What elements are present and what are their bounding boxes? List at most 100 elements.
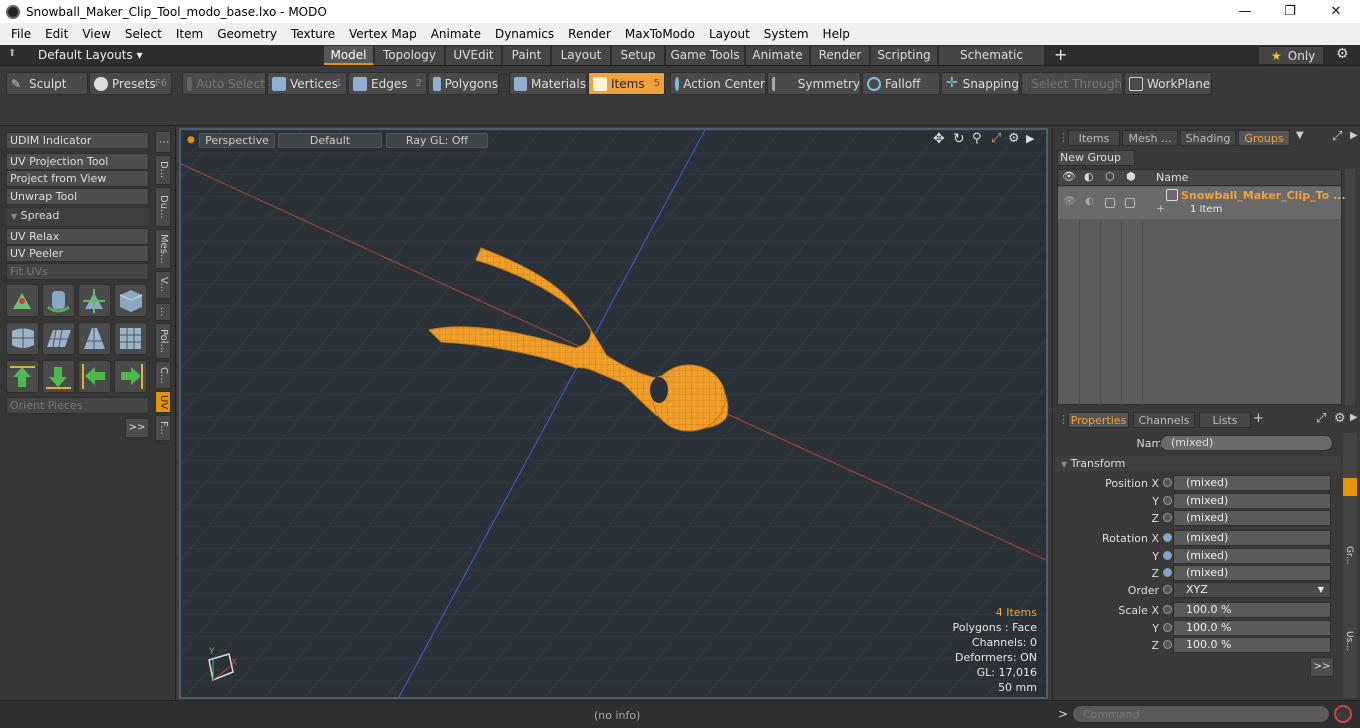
- menu-texture[interactable]: Texture: [284, 27, 342, 41]
- layout-arrow-icon[interactable]: ⬆: [8, 48, 16, 59]
- raygl-toggle[interactable]: Ray GL: Off: [386, 133, 488, 148]
- uv-cylinder-icon[interactable]: [42, 284, 75, 317]
- vtab-dots[interactable]: ...: [155, 303, 171, 321]
- sculpt-button[interactable]: ✎ Sculpt: [6, 72, 88, 95]
- panel-menu-tab[interactable]: ⋮: [155, 131, 171, 153]
- viewport-menu-dot-icon[interactable]: ●: [187, 135, 195, 145]
- tab-render[interactable]: Render: [811, 46, 870, 65]
- scale-y-field[interactable]: 100.0 %: [1173, 620, 1331, 636]
- tab-mesh[interactable]: Mesh ...: [1122, 130, 1178, 146]
- visibility-col-icon[interactable]: 👁: [1062, 170, 1076, 183]
- menu-dynamics[interactable]: Dynamics: [488, 27, 561, 41]
- scale-z-field[interactable]: 100.0 %: [1173, 637, 1331, 653]
- order-dropdown[interactable]: XYZ ▼: [1173, 582, 1331, 598]
- unwrap-tool-button[interactable]: Unwrap Tool: [6, 188, 149, 205]
- menu-file[interactable]: File: [4, 27, 38, 41]
- align-up-icon[interactable]: [6, 360, 39, 393]
- uv-relax-button[interactable]: UV Relax: [6, 228, 149, 245]
- rotation-z-field[interactable]: (mixed): [1173, 565, 1331, 581]
- spread-section[interactable]: ▼ Spread: [6, 208, 149, 225]
- menu-item[interactable]: Item: [169, 27, 210, 41]
- vtab-du[interactable]: Du...: [155, 187, 171, 227]
- position-x-key-icon[interactable]: [1163, 478, 1172, 487]
- tab-dropdown-icon[interactable]: ▼: [1296, 130, 1304, 141]
- view-type-dropdown[interactable]: Perspective: [199, 133, 275, 148]
- lock-checkbox[interactable]: [1105, 198, 1115, 208]
- vtab-pol[interactable]: Pol...: [155, 323, 171, 359]
- menu-layout[interactable]: Layout: [702, 27, 757, 41]
- project-from-view-button[interactable]: Project from View: [6, 170, 149, 187]
- menu-select[interactable]: Select: [118, 27, 169, 41]
- vtab-mesh[interactable]: Mes...: [155, 229, 171, 269]
- shading-dropdown[interactable]: Default: [278, 133, 382, 148]
- auto-select-button[interactable]: Auto Select: [182, 72, 266, 95]
- pan-icon[interactable]: ✥: [933, 131, 945, 147]
- tab-schematic-fusion[interactable]: Schematic Fusion: [939, 46, 1045, 81]
- panel-arrow-icon[interactable]: ▶: [1350, 130, 1358, 141]
- tab-lists[interactable]: Lists: [1199, 412, 1251, 428]
- gear-icon[interactable]: ⚙: [1336, 46, 1349, 62]
- polygons-button[interactable]: Polygons: [428, 72, 499, 95]
- add-properties-tab-button[interactable]: +: [1253, 411, 1264, 426]
- rotation-x-field[interactable]: (mixed): [1173, 530, 1331, 546]
- menu-vertex-map[interactable]: Vertex Map: [342, 27, 424, 41]
- vtab-f[interactable]: F...: [155, 415, 171, 441]
- tab-layout[interactable]: Layout: [552, 46, 611, 65]
- uv-transform-icon[interactable]: [6, 284, 39, 317]
- tab-paint[interactable]: Paint: [503, 46, 551, 65]
- render-col-icon[interactable]: ◐: [1084, 170, 1094, 183]
- position-y-field[interactable]: (mixed): [1173, 493, 1331, 509]
- minimize-button[interactable]: —: [1222, 0, 1268, 23]
- add-tab-button[interactable]: +: [1054, 45, 1067, 64]
- properties-gear-icon[interactable]: ⚙: [1334, 411, 1346, 426]
- uv-move-icon[interactable]: [78, 284, 111, 317]
- expand-group-icon[interactable]: +: [1156, 202, 1165, 215]
- tab-channels[interactable]: Channels: [1133, 412, 1195, 428]
- new-group-button[interactable]: New Group: [1057, 150, 1135, 166]
- fit-uvs-button[interactable]: Fit UVs: [6, 263, 149, 280]
- tab-items[interactable]: Items: [1068, 130, 1120, 146]
- scale-x-field[interactable]: 100.0 %: [1173, 602, 1331, 618]
- uv-box-icon[interactable]: [114, 284, 147, 317]
- tab-scripting[interactable]: Scripting: [871, 46, 938, 65]
- properties-more-button[interactable]: >>: [1310, 657, 1334, 677]
- rotation-z-key-icon[interactable]: [1163, 568, 1172, 577]
- action-center-button[interactable]: Action Center: [670, 72, 766, 95]
- select-checkbox[interactable]: [1125, 198, 1135, 208]
- vtab-c[interactable]: C...: [155, 361, 171, 389]
- group-row[interactable]: 👁 ◐ + Snowball_Maker_Clip_To ... 1 Item: [1058, 187, 1346, 219]
- groups-scrollbar[interactable]: [1345, 169, 1355, 405]
- scale-x-key-icon[interactable]: [1163, 605, 1172, 614]
- orient-pieces-button[interactable]: Orient Pieces: [6, 397, 149, 414]
- rotation-x-key-icon[interactable]: [1163, 533, 1172, 542]
- expand-panel-icon[interactable]: ⤢: [1332, 129, 1342, 144]
- tab-model[interactable]: Model: [324, 46, 374, 65]
- record-macro-icon[interactable]: [1334, 705, 1352, 723]
- vtab-uv[interactable]: UV: [155, 391, 171, 413]
- vtab-d[interactable]: D...: [155, 155, 171, 185]
- menu-system[interactable]: System: [757, 27, 816, 41]
- scale-y-key-icon[interactable]: [1163, 623, 1172, 632]
- position-x-field[interactable]: (mixed): [1173, 475, 1331, 491]
- uv-cube-grid-icon[interactable]: [114, 322, 147, 355]
- rotation-y-key-icon[interactable]: [1163, 551, 1172, 560]
- position-z-field[interactable]: (mixed): [1173, 510, 1331, 526]
- default-layouts-dropdown[interactable]: Default Layouts ▾: [38, 48, 143, 62]
- tab-animate[interactable]: Animate: [746, 46, 810, 65]
- snapping-button[interactable]: ✛ Snapping: [941, 72, 1020, 95]
- scale-z-key-icon[interactable]: [1163, 640, 1172, 649]
- edges-button[interactable]: Edges 2: [348, 72, 427, 95]
- tab-game-tools[interactable]: Game Tools: [666, 46, 745, 65]
- rotation-y-field[interactable]: (mixed): [1173, 548, 1331, 564]
- zoom-icon[interactable]: ⚲: [972, 131, 982, 146]
- menu-help[interactable]: Help: [816, 27, 857, 41]
- tab-uvedit[interactable]: UVEdit: [446, 46, 502, 65]
- symmetry-button[interactable]: Symmetry: [767, 72, 861, 95]
- position-y-key-icon[interactable]: [1163, 496, 1172, 505]
- tab-topology[interactable]: Topology: [375, 46, 445, 65]
- render-icon[interactable]: ◐: [1085, 196, 1094, 207]
- side-tab-active[interactable]: [1343, 478, 1357, 496]
- select-through-button[interactable]: Select Through: [1021, 72, 1123, 95]
- menu-geometry[interactable]: Geometry: [210, 27, 284, 41]
- expand-properties-icon[interactable]: ⤢: [1316, 411, 1326, 426]
